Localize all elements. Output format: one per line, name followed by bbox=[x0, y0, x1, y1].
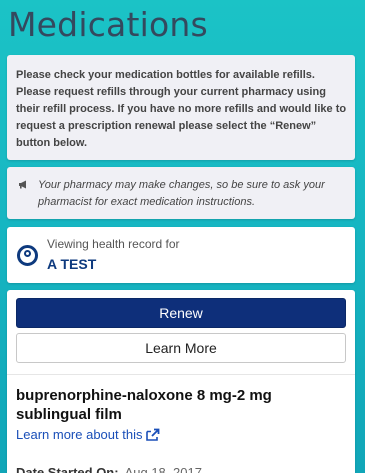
health-record-label: Viewing health record for bbox=[47, 236, 180, 251]
date-started-label: Date Started On: bbox=[16, 465, 119, 473]
learn-more-link[interactable]: Learn more about this bbox=[16, 427, 160, 442]
refill-notice-text: Please check your medication bottles for… bbox=[16, 69, 347, 149]
medication-name: buprenorphine-naloxone 8 mg-2 mg subling… bbox=[16, 387, 272, 423]
renew-button[interactable]: Renew bbox=[16, 298, 346, 328]
external-link-icon bbox=[146, 428, 160, 441]
divider bbox=[7, 374, 355, 375]
pharmacy-note: Your pharmacy may make changes, so be su… bbox=[7, 167, 355, 219]
date-started-value: Aug 18, 2017 bbox=[124, 465, 202, 473]
learn-more-button[interactable]: Learn More bbox=[16, 333, 346, 363]
medication-card: Renew Learn More buprenorphine-naloxone … bbox=[7, 290, 355, 473]
health-record-name: A TEST bbox=[47, 255, 97, 272]
date-started-row: Date Started On: Aug 18, 2017 bbox=[16, 465, 202, 473]
pharmacy-note-text: Your pharmacy may make changes, so be su… bbox=[38, 179, 325, 208]
page-title: Medications bbox=[8, 5, 208, 44]
health-record-selector[interactable]: Viewing health record for A TEST bbox=[7, 227, 355, 283]
refill-notice: Please check your medication bottles for… bbox=[7, 55, 355, 160]
megaphone-icon bbox=[18, 178, 32, 219]
learn-more-link-text: Learn more about this bbox=[16, 427, 143, 442]
user-circle-icon bbox=[17, 244, 38, 266]
